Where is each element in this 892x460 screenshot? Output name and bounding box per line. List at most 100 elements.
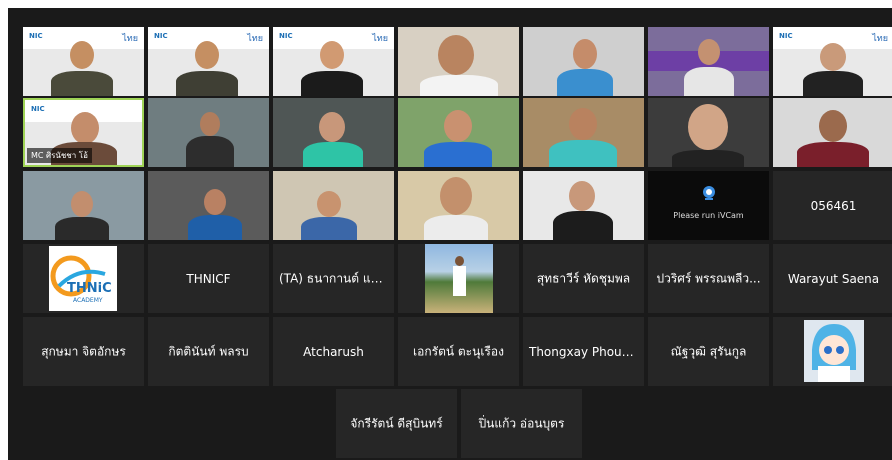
person-head <box>200 112 220 136</box>
participant-tile[interactable]: ปิ่นแก้ว อ่อนบุตร <box>461 389 582 458</box>
participant-thnic-logo-tile[interactable]: THNiC ACADEMY <box>23 244 144 313</box>
participant-video-5[interactable] <box>523 27 644 96</box>
person-head <box>819 110 847 142</box>
participant-tile[interactable]: กิตตินันท์ พลรบ <box>148 317 269 386</box>
participant-name: จักรีรัตน์ ดีสุบินทร์ <box>350 416 443 430</box>
participant-video-8[interactable] <box>148 98 269 167</box>
participant-name: Warayut Saena <box>787 271 880 286</box>
person-head <box>569 108 597 140</box>
person-body <box>453 266 466 296</box>
participant-video-16[interactable] <box>273 171 394 240</box>
person-head <box>440 177 472 215</box>
participant-tile[interactable]: ปวริศร์ พรรณพลีว... <box>648 244 769 313</box>
participant-video-1[interactable]: NIC ไทย <box>23 27 144 96</box>
participant-tile[interactable]: THNICF <box>148 244 269 313</box>
participant-tile[interactable]: เอกรัตน์ ตะนุเรือง <box>398 317 519 386</box>
participant-icam-tile[interactable]: Please run iVCam <box>648 171 769 240</box>
participant-avatar-tile[interactable] <box>773 317 892 386</box>
person-head <box>319 112 345 142</box>
person-body <box>797 142 869 167</box>
participant-name: กิตตินันท์ พลรบ <box>168 344 249 358</box>
person-body <box>188 215 242 240</box>
thai-logo-text: ไทย <box>122 34 138 44</box>
participant-name: 056461 <box>810 198 857 213</box>
participant-video-17[interactable] <box>398 171 519 240</box>
person-head <box>204 189 226 215</box>
person-head <box>438 35 474 75</box>
person-body <box>684 67 734 96</box>
person-head <box>569 181 595 211</box>
participant-tile[interactable]: จักรีรัตน์ ดีสุบินทร์ <box>336 389 457 458</box>
participant-name: Atcharush <box>303 344 364 359</box>
thai-logo-text: ไทย <box>872 34 888 44</box>
participant-tile[interactable]: Atcharush <box>273 317 394 386</box>
person-body <box>420 75 498 96</box>
person-head <box>71 112 99 144</box>
participant-tile[interactable]: สุทธาวีร์ หัดชุมพล <box>523 244 644 313</box>
participant-video-10[interactable] <box>398 98 519 167</box>
person-head <box>455 256 464 266</box>
person-body <box>557 69 613 96</box>
person-head <box>573 39 597 69</box>
person-head <box>320 41 344 69</box>
nic-logo-icon: NIC <box>279 32 293 40</box>
participant-name: (TA) ธนากานต์ แก้... <box>279 271 390 285</box>
thai-logo-text: ไทย <box>372 34 388 44</box>
participant-video-3[interactable]: NIC ไทย <box>273 27 394 96</box>
nic-logo-icon: NIC <box>29 32 43 40</box>
person-body <box>301 217 357 240</box>
person-body <box>424 215 488 240</box>
person-body <box>303 142 363 167</box>
person-head <box>444 110 472 142</box>
participant-video-14[interactable] <box>23 171 144 240</box>
meeting-gallery: NIC ไทย NIC ไทย NIC ไทย NIC ไทย NIC MC ศ… <box>8 8 892 460</box>
participant-video-13[interactable] <box>773 98 892 167</box>
thnic-logo-icon: THNiC ACADEMY <box>49 246 117 311</box>
person-body <box>186 136 234 167</box>
participant-video-9[interactable] <box>273 98 394 167</box>
participant-tile[interactable]: (TA) ธนากานต์ แก้... <box>273 244 394 313</box>
participant-tile[interactable]: สุกษมา จิตอักษร <box>23 317 144 386</box>
participant-name: Thongxay Phouth... <box>529 344 644 359</box>
participant-video-11[interactable] <box>523 98 644 167</box>
participant-video-2[interactable]: NIC ไทย <box>148 27 269 96</box>
participant-name: ปวริศร์ พรรณพลีว... <box>656 271 761 285</box>
participant-tile-number[interactable]: 056461 <box>773 171 892 240</box>
participant-tile[interactable]: Thongxay Phouth... <box>523 317 644 386</box>
participant-name: THNICF <box>186 271 231 286</box>
participant-video-4[interactable] <box>398 27 519 96</box>
person-head <box>71 191 93 217</box>
icam-message: Please run iVCam <box>673 211 744 220</box>
participant-video-7[interactable]: NIC ไทย <box>773 27 892 96</box>
person-head <box>820 43 846 71</box>
svg-text:THNiC: THNiC <box>67 281 112 296</box>
participant-video-active-speaker[interactable]: NIC MC ศิรนัชชา โอ้ <box>23 98 144 167</box>
participant-name: สุทธาวีร์ หัดชุมพล <box>536 271 631 285</box>
participant-name: ณัฐวุฒิ สุรันกูล <box>670 344 747 358</box>
participant-video-15[interactable] <box>148 171 269 240</box>
svg-text:ACADEMY: ACADEMY <box>73 297 103 304</box>
person-body <box>549 140 617 167</box>
participant-name-tag: MC ศิรนัชชา โอ้ <box>27 148 92 163</box>
participant-video-6[interactable] <box>648 27 769 96</box>
nic-logo-icon: NIC <box>31 105 45 113</box>
person-head <box>317 191 341 217</box>
person-body <box>55 217 109 240</box>
anime-avatar-icon <box>804 320 864 382</box>
participant-video-12[interactable] <box>648 98 769 167</box>
person-head <box>688 104 728 150</box>
person-body <box>672 150 744 167</box>
person-body <box>803 71 863 96</box>
participant-photo <box>425 244 493 313</box>
thai-logo-text: ไทย <box>247 34 263 44</box>
person-body <box>176 71 238 96</box>
participant-name: เอกรัตน์ ตะนุเรือง <box>413 344 504 358</box>
participant-tile[interactable]: ณัฐวุฒิ สุรันกูล <box>648 317 769 386</box>
camera-icon <box>648 185 769 205</box>
person-body <box>51 71 113 96</box>
person-body <box>301 71 363 96</box>
participant-video-18[interactable] <box>523 171 644 240</box>
nic-logo-icon: NIC <box>779 32 793 40</box>
participant-tile[interactable]: Warayut Saena <box>773 244 892 313</box>
participant-photo-tile[interactable] <box>398 244 519 313</box>
